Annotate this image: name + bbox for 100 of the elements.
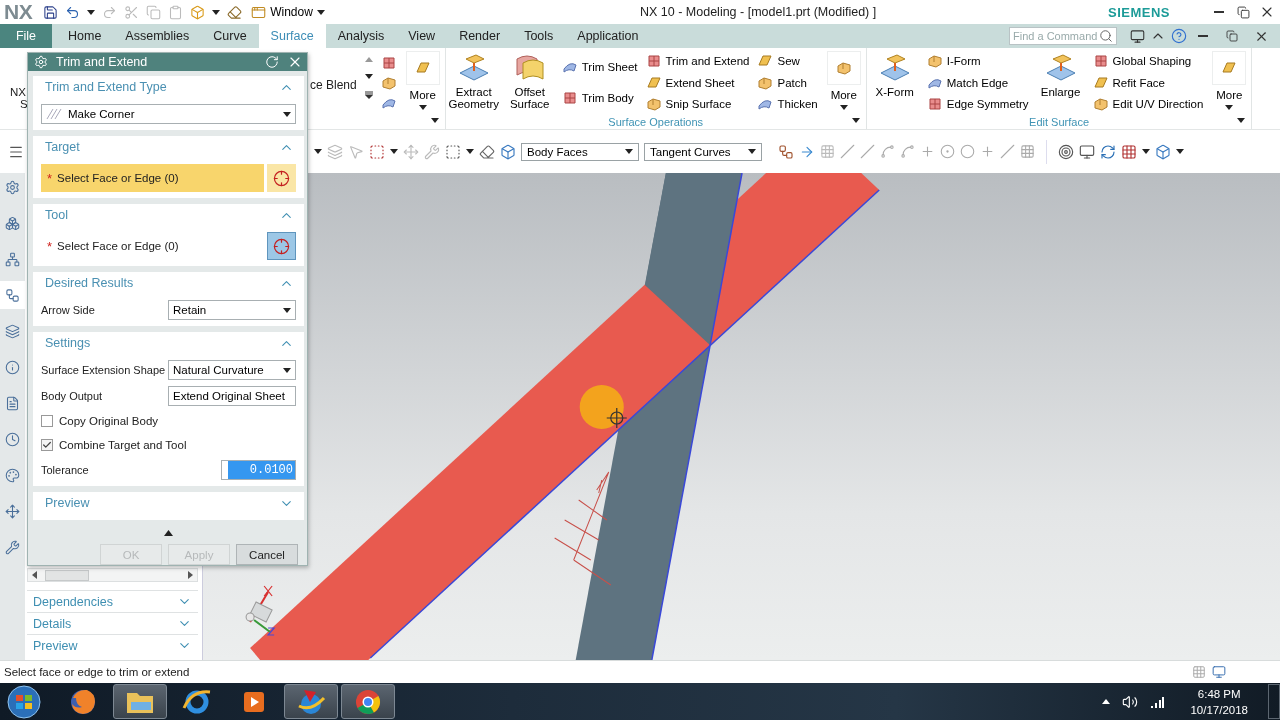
clock[interactable]: 6:48 PM 10/17/2018 <box>1190 685 1248 718</box>
ribbon-button[interactable]: I-Form <box>926 52 1029 70</box>
ribbon-tab[interactable]: Application <box>565 24 651 48</box>
monitor-icon[interactable] <box>1079 143 1095 160</box>
ribbon-button[interactable]: Sew <box>757 52 818 70</box>
gallery-menu-icon <box>364 91 373 99</box>
ribbon-button[interactable]: Trim Sheet <box>561 58 638 77</box>
section-header[interactable]: Trim and Extend Type <box>39 76 300 98</box>
selection-step[interactable]: * Select Face or Edge (0) <box>41 232 264 260</box>
ribbon-button[interactable]: Extract Geometry <box>449 51 498 115</box>
ribbon-label: ce Blend <box>310 78 357 92</box>
grid-icon[interactable] <box>1020 144 1035 159</box>
gear-icon[interactable] <box>34 55 48 69</box>
taskbar-button[interactable] <box>284 684 338 719</box>
ribbon-button[interactable]: Match Edge <box>926 73 1029 92</box>
ribbon-button[interactable]: Snip Surface <box>645 95 750 113</box>
ribbon-button[interactable]: X-Form <box>870 51 919 115</box>
dropdown[interactable]: Retain <box>168 300 296 320</box>
type-dropdown[interactable]: Make Corner <box>41 104 296 124</box>
grid-icon[interactable] <box>1121 143 1137 160</box>
ribbon-tab[interactable]: Curve <box>201 24 259 48</box>
undo-icon[interactable] <box>65 4 81 20</box>
cube-icon[interactable] <box>500 143 516 160</box>
ribbon-button[interactable]: Trim and Extend <box>645 52 750 70</box>
resource-tab[interactable] <box>0 281 25 309</box>
box-icon[interactable] <box>190 4 206 20</box>
signal-icon[interactable] <box>1150 695 1165 708</box>
tray-arrow-icon[interactable] <box>1102 699 1111 704</box>
globe-ring-icon <box>182 687 212 716</box>
select-object-button[interactable] <box>267 164 296 192</box>
line-icon[interactable] <box>860 144 875 159</box>
panel-header[interactable]: Dependencies <box>27 590 198 612</box>
ribbon-tab[interactable]: View <box>396 24 448 48</box>
ribbon-button[interactable]: Refit Face <box>1092 73 1204 92</box>
taskbar-button[interactable] <box>341 684 395 719</box>
ribbon-button[interactable]: Enlarge <box>1036 51 1085 115</box>
ribbon-button[interactable]: Offset Surface <box>505 51 554 115</box>
select-object-button[interactable] <box>267 232 296 260</box>
plus-icon[interactable] <box>920 144 935 159</box>
ribbon-tab[interactable]: Render <box>447 24 513 48</box>
circle-icon[interactable] <box>960 144 975 159</box>
line-icon[interactable] <box>840 144 855 159</box>
cube-icon[interactable] <box>1155 143 1171 160</box>
checkbox[interactable] <box>41 439 53 451</box>
dropdown[interactable]: Natural Curvature <box>168 360 296 380</box>
ribbon-button[interactable]: Edit U/V Direction <box>1092 95 1204 113</box>
ribbon-button[interactable]: Extend Sheet <box>645 73 750 92</box>
spline-icon[interactable] <box>900 144 915 159</box>
ribbon-tab[interactable]: Assemblies <box>113 24 202 48</box>
selection-step[interactable]: * Select Face or Edge (0) <box>41 164 264 192</box>
speaker-icon[interactable] <box>1122 693 1139 710</box>
dashed-square-icon[interactable] <box>445 143 461 160</box>
grid-icon[interactable] <box>1192 665 1206 679</box>
plus-icon[interactable] <box>980 144 995 159</box>
refresh-icon[interactable] <box>1100 143 1116 160</box>
ribbon-button[interactable]: Global Shaping <box>1092 52 1204 70</box>
block-icon <box>380 75 397 91</box>
ribbon-tab[interactable]: Surface <box>258 24 326 48</box>
start-button[interactable] <box>4 683 44 720</box>
section-header[interactable]: Target <box>39 136 300 158</box>
caret-icon <box>316 9 325 15</box>
search-field[interactable]: Find a Command <box>1009 27 1117 45</box>
taskbar-button[interactable] <box>113 684 167 719</box>
dialog-button[interactable]: Cancel <box>236 544 298 565</box>
eraser-icon[interactable] <box>479 143 495 160</box>
eraser-icon[interactable] <box>227 4 243 20</box>
save-icon[interactable] <box>43 4 59 20</box>
file-menu[interactable]: File <box>0 24 52 48</box>
filter-dropdown[interactable]: Body Faces <box>521 142 639 161</box>
ribbon-button[interactable]: Thicken <box>757 95 818 113</box>
ribbon-tab[interactable]: Tools <box>512 24 566 48</box>
ribbon-tab[interactable]: Analysis <box>325 24 397 48</box>
clock-icon <box>5 431 20 447</box>
ribbon-button[interactable]: Edge Symmetry <box>926 95 1029 113</box>
horizontal-scrollbar[interactable] <box>27 568 198 582</box>
field-label: Tolerance <box>41 464 89 476</box>
checkbox[interactable] <box>41 415 53 427</box>
dropdown[interactable]: Extend Original Sheet <box>168 386 296 406</box>
monitor-icon[interactable] <box>1130 28 1145 44</box>
ribbon-button[interactable]: Trim Body <box>561 88 638 107</box>
line-icon[interactable] <box>1000 144 1015 159</box>
help-icon[interactable] <box>1171 28 1187 44</box>
show-desktop-button[interactable] <box>1268 684 1280 719</box>
clipboard-icon[interactable] <box>168 4 184 20</box>
section-header[interactable]: Desired Results <box>39 272 300 294</box>
ribbon-tab[interactable]: Home <box>56 24 114 48</box>
ribbon-button[interactable]: Patch <box>757 73 818 92</box>
circle-dot-icon[interactable] <box>940 144 955 159</box>
section-header[interactable]: Settings <box>39 332 300 354</box>
spline-icon[interactable] <box>880 144 895 159</box>
dashed-square-icon[interactable] <box>369 143 385 160</box>
collapse-arrow-icon[interactable] <box>164 530 173 536</box>
section-header[interactable]: Tool <box>39 204 300 226</box>
reset-icon[interactable] <box>265 55 279 69</box>
filter-dropdown[interactable]: Tangent Curves <box>644 142 762 161</box>
workflow-icon[interactable] <box>778 143 794 160</box>
window-menu[interactable]: Window <box>249 4 327 20</box>
sheet-icon <box>645 74 662 91</box>
target-icon[interactable] <box>1058 143 1074 160</box>
ribbon-label: S <box>19 98 28 110</box>
